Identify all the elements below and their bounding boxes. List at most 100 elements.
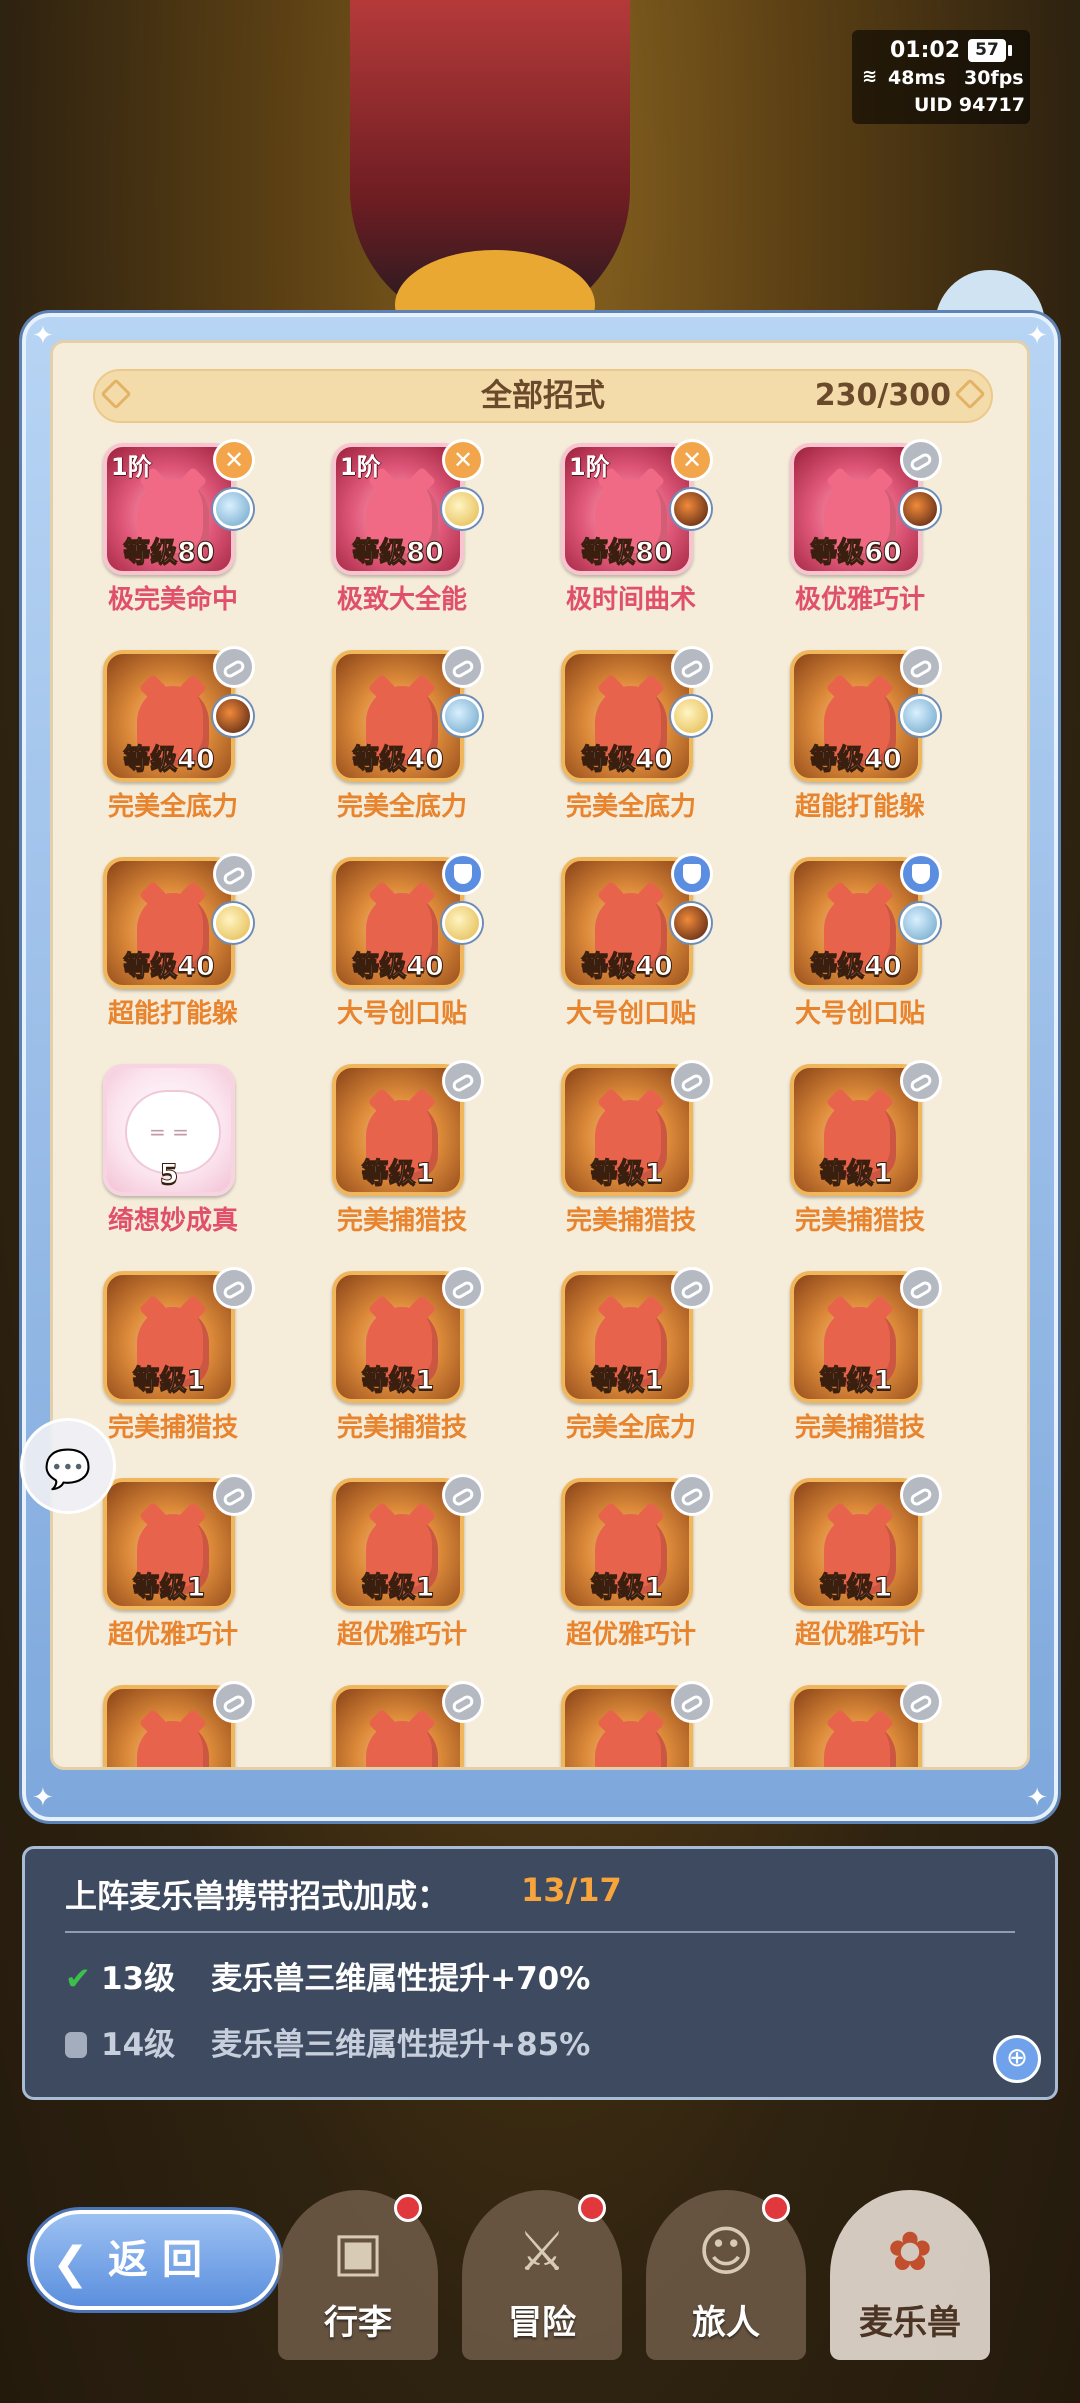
- link-icon[interactable]: [900, 1681, 942, 1723]
- skill-card[interactable]: 等级60 极优雅巧计: [760, 439, 942, 643]
- link-icon[interactable]: [900, 1060, 942, 1102]
- link-icon[interactable]: [671, 1267, 713, 1309]
- bonus-row-text: 麦乐兽三维属性提升+70%: [211, 1961, 591, 1997]
- skill-name: 超优雅巧计: [336, 1620, 467, 1650]
- skill-name: 大号创口贴: [336, 999, 467, 1029]
- equipped-pet-avatar: [442, 903, 482, 943]
- corner-star-icon: ✦: [1026, 1783, 1048, 1813]
- skill-level: 等级1: [132, 1365, 206, 1397]
- skill-card[interactable]: 5 绮想妙成真: [73, 1064, 253, 1264]
- corner-star-icon: ✦: [32, 1783, 54, 1813]
- link-icon[interactable]: [900, 1474, 942, 1516]
- skill-name: 超优雅巧计: [107, 1620, 238, 1650]
- skill-card[interactable]: 1阶 等级80 ✕ 极完美命中: [73, 439, 255, 643]
- link-icon[interactable]: [671, 1060, 713, 1102]
- skill-card[interactable]: 等级1 完美捕猎技: [760, 1060, 942, 1264]
- unequip-x-icon[interactable]: ✕: [671, 439, 713, 481]
- skill-card[interactable]: 等级1 完美捕猎技: [760, 1267, 942, 1471]
- nav-tab-traveler[interactable]: ☺ 旅人: [646, 2190, 806, 2360]
- skill-name: 超优雅巧计: [794, 1620, 925, 1650]
- link-icon[interactable]: [213, 1474, 255, 1516]
- skill-card[interactable]: 等级40 超能打能躲: [73, 853, 255, 1057]
- link-icon[interactable]: [671, 1681, 713, 1723]
- equipped-pet-avatar: [900, 903, 940, 943]
- zoom-icon[interactable]: ⊕: [993, 2035, 1041, 2083]
- traveler-icon: ☺: [697, 2220, 755, 2283]
- link-icon[interactable]: [900, 646, 942, 688]
- skill-card[interactable]: 等级1 完美全底力: [531, 1267, 713, 1471]
- chat-bubble-button[interactable]: 💬: [20, 1418, 116, 1514]
- link-icon[interactable]: [442, 1474, 484, 1516]
- skill-card[interactable]: 等级1 完美捕猎技: [302, 1267, 484, 1471]
- equipped-pet-avatar: [213, 696, 253, 736]
- link-icon[interactable]: [671, 646, 713, 688]
- link-icon[interactable]: [213, 1267, 255, 1309]
- unequip-x-icon[interactable]: ✕: [442, 439, 484, 481]
- monster-icon: [595, 1721, 667, 1767]
- skill-card[interactable]: 等级40 完美全底力: [531, 646, 713, 850]
- skill-card[interactable]: 等级1 超优雅巧计: [302, 1474, 484, 1678]
- skill-card[interactable]: 等级40 大号创口贴: [760, 853, 942, 1057]
- ping-value: 48ms: [888, 67, 946, 89]
- back-button[interactable]: ❮ 返 回: [30, 2210, 280, 2310]
- equipped-pet-avatar: [671, 489, 711, 529]
- skill-level: 等级1: [819, 1158, 893, 1190]
- bonus-value: 13/17: [521, 1871, 622, 1909]
- nav-tab-mellowbeast[interactable]: ✿ 麦乐兽: [830, 2190, 990, 2360]
- skill-card[interactable]: 等级40 完美全底力: [73, 646, 255, 850]
- link-icon[interactable]: [442, 1267, 484, 1309]
- nav-tab-adventure[interactable]: ⚔ 冒险: [462, 2190, 622, 2360]
- link-icon[interactable]: [900, 439, 942, 481]
- link-icon[interactable]: [442, 1060, 484, 1102]
- equipped-pet-avatar: [671, 696, 711, 736]
- skill-card[interactable]: [531, 1681, 713, 1767]
- skill-card[interactable]: 等级40 大号创口贴: [302, 853, 484, 1057]
- skill-card[interactable]: 等级1 超优雅巧计: [73, 1474, 255, 1678]
- link-icon[interactable]: [442, 1681, 484, 1723]
- clock: 01:02: [890, 38, 961, 63]
- skill-card[interactable]: 1阶 等级80 ✕ 极时间曲术: [531, 439, 713, 643]
- skill-level: 等级80: [352, 537, 445, 569]
- skill-name: 极完美命中: [107, 585, 238, 615]
- monster-icon: [137, 1721, 209, 1767]
- skill-name: 大号创口贴: [794, 999, 925, 1029]
- bonus-row-locked: 14级 麦乐兽三维属性提升+85%: [65, 2019, 590, 2064]
- link-icon[interactable]: [671, 1474, 713, 1516]
- link-icon[interactable]: [213, 646, 255, 688]
- skill-panel[interactable]: 全部招式 230/300 1阶 等级80 ✕ 极完美命中 1阶 等级80 ✕ 极致大全能 1阶等…: [50, 340, 1030, 1770]
- shield-icon[interactable]: [671, 853, 713, 895]
- link-icon[interactable]: [213, 853, 255, 895]
- skill-card[interactable]: 等级1 完美捕猎技: [302, 1060, 484, 1264]
- skill-card[interactable]: 等级40 大号创口贴: [531, 853, 713, 1057]
- skill-card[interactable]: 1阶 等级80 ✕ 极致大全能: [302, 439, 484, 643]
- back-arrow-icon: ❮: [52, 2238, 89, 2289]
- skill-card[interactable]: 等级40 超能打能躲: [760, 646, 942, 850]
- skill-name: 极优雅巧计: [794, 585, 925, 615]
- skill-rank: 1阶: [111, 453, 152, 481]
- skill-name: 超优雅巧计: [565, 1620, 696, 1650]
- link-icon[interactable]: [442, 646, 484, 688]
- skill-card[interactable]: 等级1 超优雅巧计: [760, 1474, 942, 1678]
- skill-card[interactable]: [73, 1681, 255, 1767]
- skill-card[interactable]: 等级1 超优雅巧计: [531, 1474, 713, 1678]
- skill-icon: 5: [103, 1064, 235, 1196]
- shield-icon[interactable]: [900, 853, 942, 895]
- skill-card[interactable]: 等级1 完美捕猎技: [531, 1060, 713, 1264]
- fps-value: 30fps: [964, 67, 1024, 89]
- skill-level: 等级40: [581, 951, 674, 983]
- link-icon[interactable]: [213, 1681, 255, 1723]
- nav-label: 麦乐兽: [859, 2303, 961, 2343]
- unequip-x-icon[interactable]: ✕: [213, 439, 255, 481]
- nav-tab-bag[interactable]: ▣ 行李: [278, 2190, 438, 2360]
- skill-name: 绮想妙成真: [107, 1206, 238, 1236]
- notification-dot: [578, 2194, 606, 2222]
- equipped-pet-avatar: [900, 489, 940, 529]
- skill-card[interactable]: [302, 1681, 484, 1767]
- link-icon[interactable]: [900, 1267, 942, 1309]
- skill-card[interactable]: 等级40 完美全底力: [302, 646, 484, 850]
- skill-card[interactable]: [760, 1681, 942, 1767]
- skill-name: 完美捕猎技: [794, 1413, 925, 1443]
- shield-icon[interactable]: [442, 853, 484, 895]
- skill-name: 完美全底力: [565, 792, 696, 822]
- skill-level: 等级1: [819, 1365, 893, 1397]
